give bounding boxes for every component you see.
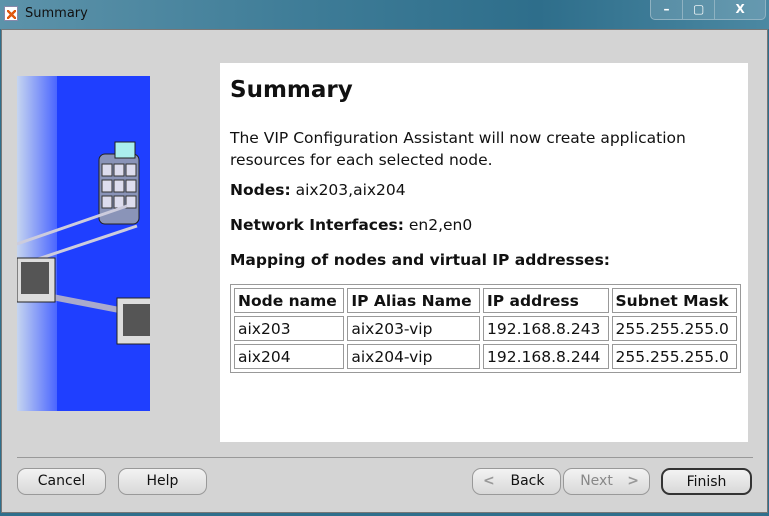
intro-text: The VIP Configuration Assistant will now…: [230, 129, 686, 169]
back-button[interactable]: < Back: [472, 468, 561, 495]
table-cell: 255.255.255.0: [611, 316, 737, 341]
table-cell: 192.168.8.244: [483, 344, 609, 369]
finish-button[interactable]: Finish: [661, 468, 752, 495]
interfaces-label: Network Interfaces:: [230, 216, 404, 234]
minimize-button[interactable]: –: [651, 0, 684, 19]
table-cell: aix203: [234, 316, 345, 341]
column-header: Node name: [234, 288, 345, 313]
divider: [17, 457, 753, 458]
wizard-illustration: [17, 76, 150, 411]
title-bar: Summary – ▢ X: [0, 0, 769, 29]
nodes-label: Nodes:: [230, 181, 291, 199]
interfaces-value: en2,en0: [408, 216, 473, 234]
table-row: aix203 aix203-vip 192.168.8.243 255.255.…: [234, 316, 737, 341]
table-cell: aix204-vip: [347, 344, 481, 369]
chevron-right-icon: >: [627, 473, 639, 489]
maximize-button[interactable]: ▢: [683, 0, 716, 19]
mapping-label: Mapping of nodes and virtual IP addresse…: [230, 251, 610, 269]
dialog-body: Summary The VIP Configuration Assistant …: [1, 29, 768, 513]
window-title: Summary: [25, 6, 88, 21]
table-cell: 192.168.8.243: [483, 316, 609, 341]
mapping-table: Node name IP Alias Name IP address Subne…: [230, 284, 741, 373]
app-icon: [4, 6, 18, 21]
nodes-line: Nodes: aix203,aix204: [230, 179, 406, 201]
nodes-value: aix203,aix204: [295, 181, 406, 199]
column-header: Subnet Mask: [611, 288, 737, 313]
table-cell: aix204: [234, 344, 345, 369]
close-button[interactable]: X: [715, 0, 765, 19]
table-cell: 255.255.255.0: [611, 344, 737, 369]
back-label: Back: [510, 473, 545, 489]
chevron-left-icon: <: [483, 473, 495, 489]
table-row: aix204 aix204-vip 192.168.8.244 255.255.…: [234, 344, 737, 369]
summary-panel: Summary The VIP Configuration Assistant …: [220, 63, 748, 442]
next-button[interactable]: Next >: [563, 468, 650, 495]
table-cell: aix203-vip: [347, 316, 481, 341]
column-header: IP Alias Name: [347, 288, 481, 313]
cancel-button[interactable]: Cancel: [17, 468, 106, 495]
table-header-row: Node name IP Alias Name IP address Subne…: [234, 288, 737, 313]
interfaces-line: Network Interfaces: en2,en0: [230, 214, 472, 236]
column-header: IP address: [483, 288, 609, 313]
next-label: Next: [580, 473, 613, 489]
page-heading: Summary: [230, 77, 353, 103]
help-button[interactable]: Help: [118, 468, 207, 495]
